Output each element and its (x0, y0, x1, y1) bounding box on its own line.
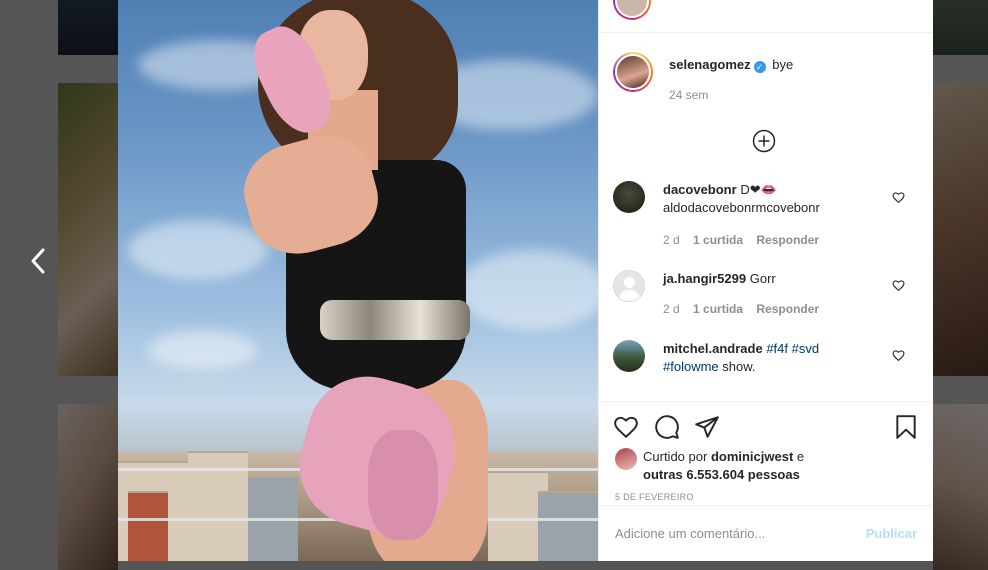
comments-list[interactable]: selenagomez ✓ bye 24 sem dacovebonr D❤👄 a… (599, 33, 933, 401)
comment-item: dacovebonr D❤👄 aldodacovebonrmcovebonr 2… (613, 181, 829, 249)
comment-text-continued: aldodacovebonrmcovebonr (663, 200, 820, 215)
hashtag-link[interactable]: #f4f (766, 341, 788, 356)
liker-username[interactable]: dominicjwest (711, 449, 793, 464)
comment-text: D❤👄 (740, 182, 777, 197)
comment-username[interactable]: dacovebonr (663, 182, 737, 197)
likes-others-link[interactable]: outras 6.553.604 pessoas (643, 467, 800, 482)
hashtag-link[interactable]: #svd (792, 341, 819, 356)
avatar[interactable] (613, 270, 645, 302)
heart-icon[interactable] (892, 279, 905, 292)
background-post-tile[interactable] (58, 0, 118, 55)
plus-circle-icon[interactable] (752, 129, 776, 153)
comment-age[interactable]: 2 d (663, 233, 680, 247)
post-sidebar: selenagomez ✓ bye 24 sem dacovebonr D❤👄 a… (598, 0, 933, 561)
background-post-tile[interactable] (933, 0, 988, 55)
comment-item: mitchel.andrade #f4f #svd #folowme show. (613, 340, 819, 376)
likes-summary: Curtido por dominicjwest e outras 6.553.… (615, 448, 804, 484)
caption-username[interactable]: selenagomez (669, 57, 751, 72)
avatar[interactable] (613, 340, 645, 372)
comment-icon[interactable] (654, 414, 680, 440)
avatar[interactable] (613, 181, 645, 213)
publish-button[interactable]: Publicar (866, 526, 917, 541)
liked-by-label: Curtido por (643, 449, 708, 464)
likes-conjunction: e (796, 449, 805, 464)
heart-icon[interactable] (892, 191, 905, 204)
comment-text: show. (722, 359, 756, 374)
comment-likes[interactable]: 1 curtida (693, 302, 743, 316)
caption-row: selenagomez ✓ bye 24 sem (613, 52, 793, 104)
caption-time[interactable]: 24 sem (669, 88, 708, 102)
paper-plane-icon[interactable] (694, 414, 720, 440)
post-header (599, 0, 933, 33)
post-actions: Curtido por dominicjwest e outras 6.553.… (599, 401, 933, 561)
avatar[interactable] (613, 0, 651, 20)
background-post-tile[interactable] (58, 404, 118, 570)
comment-item: ja.hangir5299 Gorr 2 d 1 curtida Respond… (613, 270, 829, 318)
hashtag-link[interactable]: #folowme (663, 359, 719, 374)
background-post-tile[interactable] (933, 404, 988, 570)
background-post-tile[interactable] (933, 83, 988, 376)
comment-input[interactable] (615, 526, 866, 541)
heart-icon[interactable] (892, 349, 905, 362)
verified-badge-icon: ✓ (753, 61, 766, 73)
avatar[interactable] (615, 448, 637, 470)
comment-likes[interactable]: 1 curtida (693, 233, 743, 247)
heart-icon[interactable] (613, 414, 639, 440)
caption-text: bye (772, 57, 794, 72)
post-modal: selenagomez ✓ bye 24 sem dacovebonr D❤👄 a… (118, 0, 933, 561)
bookmark-icon[interactable] (893, 414, 919, 440)
add-comment-form: Publicar (599, 505, 933, 561)
comment-username[interactable]: ja.hangir5299 (663, 271, 746, 286)
post-photo[interactable] (118, 0, 598, 561)
comment-username[interactable]: mitchel.andrade (663, 341, 763, 356)
comment-text: Gorr (749, 271, 776, 286)
chevron-left-icon (31, 248, 45, 274)
previous-post-button[interactable] (26, 244, 50, 278)
reply-button[interactable]: Responder (756, 302, 819, 316)
comment-age[interactable]: 2 d (663, 302, 680, 316)
reply-button[interactable]: Responder (756, 233, 819, 247)
post-date[interactable]: 5 DE FEVEREIRO (615, 492, 694, 502)
background-post-tile[interactable] (58, 83, 118, 376)
avatar[interactable] (613, 52, 653, 92)
